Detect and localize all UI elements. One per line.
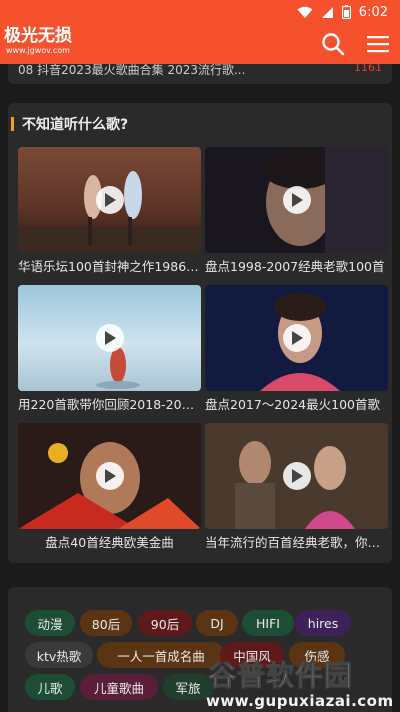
title-accent-bar (11, 117, 14, 131)
tag-chip[interactable]: 90后 (138, 610, 192, 636)
recommend-section: 不知道听什么歌? 华语乐坛100首封神之作1986-2... 盘点1998-20… (8, 103, 392, 563)
tag-chip[interactable]: 80后 (80, 610, 132, 636)
playlist-card[interactable]: 用220首歌带你回顾2018-2023年 (18, 285, 201, 413)
status-bar: 6:02 (0, 0, 400, 24)
site-watermark: 谷普软件园 www.gupuxiazai.com (200, 654, 396, 711)
playlist-title[interactable]: 华语乐坛100首封神之作1986-2... (18, 259, 201, 275)
tag-chip[interactable]: 动漫 (25, 610, 75, 636)
tag-chip[interactable]: 儿歌 (25, 674, 75, 700)
play-count: 1161 (354, 64, 382, 74)
tag-chip[interactable]: DJ (196, 610, 238, 636)
menu-icon (367, 36, 389, 53)
playlist-thumbnail[interactable] (205, 285, 388, 391)
battery-icon (341, 5, 351, 19)
status-time: 6:02 (358, 4, 388, 20)
play-icon[interactable] (96, 186, 124, 214)
play-icon[interactable] (283, 462, 311, 490)
playlist-card[interactable]: 盘点2017～2024最火100首歌 (205, 285, 388, 413)
tag-chip[interactable]: ktv热歌 (25, 642, 93, 668)
previous-list-card: 08 抖音2023最火歌曲合集 2023流行歌... 1161 (8, 64, 392, 84)
play-icon[interactable] (96, 462, 124, 490)
list-item[interactable]: 08 抖音2023最火歌曲合集 2023流行歌... (18, 64, 258, 78)
playlist-card[interactable]: 盘点1998-2007经典老歌100首 (205, 147, 388, 275)
playlist-thumbnail[interactable] (18, 147, 201, 253)
playlist-title[interactable]: 用220首歌带你回顾2018-2023年 (18, 397, 201, 413)
playlist-title[interactable]: 盘点1998-2007经典老歌100首 (205, 259, 388, 275)
watermark-url: www.gupuxiazai.com (206, 692, 394, 710)
playlist-card[interactable]: 华语乐坛100首封神之作1986-2... (18, 147, 201, 275)
logo-text: 极光无损 (4, 26, 72, 46)
playlist-title[interactable]: 当年流行的百首经典老歌，你还... (205, 535, 388, 551)
tag-chip[interactable]: 儿童歌曲 (80, 674, 158, 700)
section-title-text: 不知道听什么歌? (22, 117, 129, 133)
menu-button[interactable] (364, 30, 392, 58)
playlist-thumbnail[interactable] (18, 423, 201, 529)
search-icon (322, 33, 345, 56)
tag-chip[interactable]: HIFI (242, 610, 294, 636)
playlist-thumbnail[interactable] (205, 423, 388, 529)
play-icon[interactable] (283, 324, 311, 352)
section-title: 不知道听什么歌? (11, 115, 128, 133)
app-header: 极光无损 www.jgwov.com (0, 24, 400, 64)
signal-icon (321, 6, 333, 18)
playlist-title[interactable]: 盘点40首经典欧美金曲 (18, 535, 201, 551)
app-logo[interactable]: 极光无损 www.jgwov.com (4, 26, 124, 60)
playlist-thumbnail[interactable] (205, 147, 388, 253)
wifi-icon (297, 6, 313, 18)
playlist-card[interactable]: 当年流行的百首经典老歌，你还... (205, 423, 388, 551)
playlist-title[interactable]: 盘点2017～2024最火100首歌 (205, 397, 388, 413)
tag-chip[interactable]: hires (295, 610, 351, 636)
logo-subtext: www.jgwov.com (6, 46, 70, 55)
search-button[interactable] (319, 30, 347, 58)
watermark-text: 谷普软件园 (207, 659, 354, 693)
play-icon[interactable] (96, 324, 124, 352)
playlist-card[interactable]: 盘点40首经典欧美金曲 (18, 423, 201, 551)
play-icon[interactable] (283, 186, 311, 214)
playlist-thumbnail[interactable] (18, 285, 201, 391)
